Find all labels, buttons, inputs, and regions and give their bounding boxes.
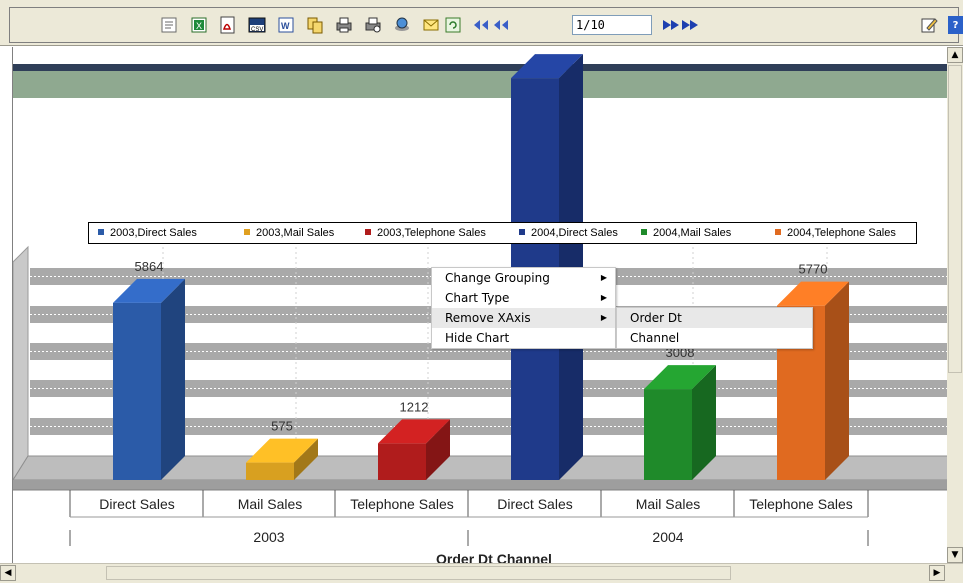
refresh-icon[interactable] [444, 16, 462, 34]
legend-item: 2003,Mail Sales [244, 227, 334, 240]
last-page-icon[interactable] [680, 16, 698, 34]
legend-swatch [775, 229, 781, 235]
scroll-down-arrow-icon[interactable]: ▼ [947, 547, 963, 563]
menu-item-remove-xaxis[interactable]: Remove XAxis ▶ [432, 308, 615, 328]
report-viewer: { "toolbar": { "page_indicator": "1/10",… [0, 0, 963, 583]
bar-front [113, 302, 161, 480]
chart-legend: 2003,Direct Sales 2003,Mail Sales 2003,Tel… [88, 222, 917, 244]
group-label: 2004 [652, 529, 683, 545]
legend-item: 2003,Telephone Sales [365, 227, 486, 240]
legend-swatch [641, 229, 647, 235]
remove-xaxis-submenu: Order Dt Channel [616, 307, 813, 349]
category-label: Direct Sales [497, 496, 572, 512]
category-label: Telephone Sales [350, 496, 454, 512]
copy-icon[interactable] [306, 16, 324, 34]
submenu-item-channel[interactable]: Channel [617, 328, 812, 348]
legend-swatch [519, 229, 525, 235]
menu-item-label: Chart Type [445, 291, 510, 305]
legend-label: 2003,Direct Sales [110, 227, 197, 239]
menu-item-change-grouping[interactable]: Change Grouping ▶ [432, 268, 615, 288]
submenu-item-label: Channel [630, 331, 680, 345]
bar-value-label: 5770 [799, 262, 828, 277]
submenu-item-label: Order Dt [630, 311, 682, 325]
chart-floor-edge [13, 480, 947, 490]
print-preview-icon[interactable] [364, 16, 382, 34]
chart-side-wall [13, 245, 29, 481]
scroll-up-arrow-icon[interactable]: ▲ [947, 47, 963, 63]
scroll-right-arrow-icon[interactable]: ▶ [929, 565, 945, 581]
bar-front [644, 389, 692, 480]
save-icon[interactable] [393, 16, 411, 34]
legend-item: 2004,Direct Sales [519, 227, 618, 240]
legend-item: 2003,Direct Sales [98, 227, 197, 240]
email-icon[interactable] [422, 16, 440, 34]
word-export-icon[interactable]: W [277, 16, 295, 34]
legend-label: 2004,Telephone Sales [787, 227, 896, 239]
report-toolbar: X CSV W 1/10 ? [0, 0, 963, 46]
csv-export-icon[interactable]: CSV [248, 16, 266, 34]
legend-label: 2004,Mail Sales [653, 227, 732, 239]
bar-value-label: 1212 [400, 399, 429, 414]
legend-swatch [365, 229, 371, 235]
vertical-scroll-thumb[interactable] [948, 65, 962, 373]
menu-item-label: Remove XAxis [445, 311, 531, 325]
legend-label: 2003,Mail Sales [256, 227, 335, 239]
print-icon[interactable] [335, 16, 353, 34]
bar-value-label: 5864 [135, 259, 164, 274]
report-icon[interactable] [160, 16, 178, 34]
chart-context-menu: Change Grouping ▶ Chart Type ▶ Remove XAxi… [431, 267, 616, 349]
menu-item-chart-type[interactable]: Chart Type ▶ [432, 288, 615, 308]
category-label: Mail Sales [238, 496, 303, 512]
x-axis-title: Order Dt Channel [436, 551, 552, 563]
bar-front [378, 443, 426, 480]
svg-text:X: X [196, 21, 202, 31]
bar-front [246, 462, 294, 480]
next-page-icon[interactable] [661, 16, 679, 34]
bar-side [161, 278, 185, 480]
legend-label: 2003,Telephone Sales [377, 227, 486, 239]
category-label: Direct Sales [99, 496, 174, 512]
legend-label: 2004,Direct Sales [531, 227, 618, 239]
bar-side [825, 281, 849, 480]
submenu-arrow-icon: ▶ [600, 293, 607, 302]
pdf-export-icon[interactable] [219, 16, 237, 34]
category-label: Mail Sales [636, 496, 701, 512]
page-number-input[interactable]: 1/10 [572, 15, 652, 35]
bar-value-label: 575 [271, 419, 293, 434]
menu-item-label: Change Grouping [445, 271, 550, 285]
edit-icon[interactable] [920, 16, 938, 34]
legend-item: 2004,Telephone Sales [775, 227, 896, 240]
excel-export-icon[interactable]: X [190, 16, 208, 34]
category-label: Telephone Sales [749, 496, 853, 512]
previous-page-icon[interactable] [492, 16, 510, 34]
submenu-item-order-dt[interactable]: Order Dt [617, 308, 812, 328]
legend-swatch [244, 229, 250, 235]
group-label: 2003 [253, 529, 284, 545]
scroll-left-arrow-icon[interactable]: ◀ [0, 565, 16, 581]
help-icon[interactable]: ? [948, 16, 963, 34]
legend-item: 2004,Mail Sales [641, 227, 731, 240]
svg-text:W: W [281, 21, 290, 31]
menu-item-hide-chart[interactable]: Hide Chart [432, 328, 615, 348]
legend-swatch [98, 229, 104, 235]
svg-text:CSV: CSV [251, 27, 263, 33]
horizontal-scroll-thumb[interactable] [106, 566, 731, 580]
submenu-arrow-icon: ▶ [600, 273, 607, 282]
submenu-arrow-icon: ▶ [600, 313, 607, 322]
menu-item-label: Hide Chart [445, 331, 510, 345]
first-page-icon[interactable] [472, 16, 490, 34]
